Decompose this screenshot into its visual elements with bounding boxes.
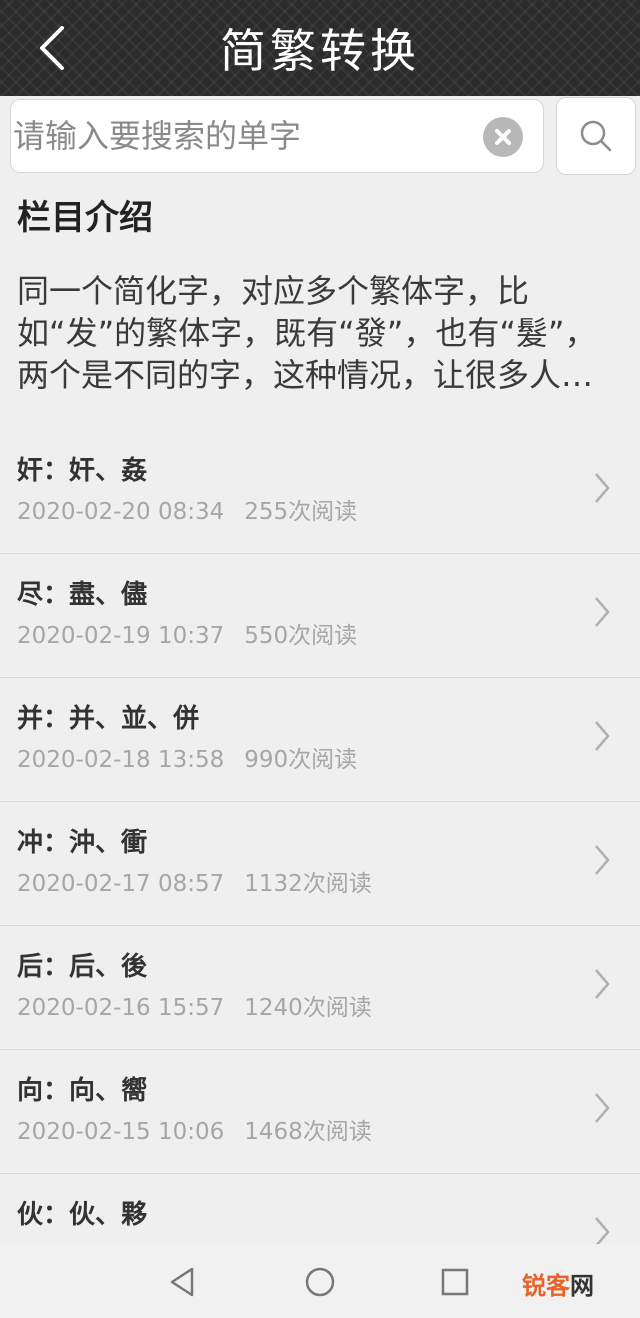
item-reads: 1468次阅读 bbox=[244, 1119, 372, 1145]
item-title: 并：并、並、併 bbox=[17, 704, 200, 734]
page-title: 简繁转换 bbox=[220, 24, 420, 78]
item-meta: 2020-02-17 08:57 1132次阅读 bbox=[17, 864, 372, 898]
item-title: 冲：沖、衝 bbox=[17, 828, 148, 858]
chevron-right-icon bbox=[595, 473, 610, 503]
item-date: 2020-02-16 15:57 bbox=[17, 995, 225, 1021]
item-date: 2020-02-17 08:57 bbox=[17, 871, 225, 897]
chevron-right-icon bbox=[595, 845, 610, 875]
chevron-right-icon bbox=[595, 597, 610, 627]
item-meta: 2020-02-18 13:58 990次阅读 bbox=[17, 740, 357, 774]
item-reads: 1240次阅读 bbox=[244, 995, 372, 1021]
square-recents-icon bbox=[441, 1268, 469, 1296]
item-reads: 550次阅读 bbox=[244, 623, 358, 649]
chevron-right-icon bbox=[595, 969, 610, 999]
clear-icon bbox=[495, 129, 511, 145]
item-reads: 990次阅读 bbox=[244, 747, 358, 773]
item-meta: 2020-02-16 15:57 1240次阅读 bbox=[17, 988, 372, 1022]
search-icon bbox=[580, 120, 612, 152]
nav-home-button[interactable] bbox=[300, 1262, 340, 1302]
watermark-part2: 网 bbox=[570, 1272, 594, 1300]
list-item[interactable]: 并：并、並、併 2020-02-18 13:58 990次阅读 bbox=[0, 678, 640, 802]
item-title: 尽：盡、儘 bbox=[17, 580, 148, 610]
system-nav-bar: 锐客网 bbox=[0, 1244, 640, 1318]
item-meta: 2020-02-15 10:06 1468次阅读 bbox=[17, 1112, 372, 1146]
list-item[interactable]: 奸：奸、姦 2020-02-20 08:34 255次阅读 bbox=[0, 430, 640, 554]
search-input[interactable] bbox=[13, 102, 473, 170]
list-item[interactable]: 向：向、嚮 2020-02-15 10:06 1468次阅读 bbox=[0, 1050, 640, 1174]
triangle-back-icon bbox=[170, 1267, 194, 1297]
nav-back-button[interactable] bbox=[162, 1262, 202, 1302]
list-item[interactable]: 尽：盡、儘 2020-02-19 10:37 550次阅读 bbox=[0, 554, 640, 678]
item-reads: 255次阅读 bbox=[244, 499, 358, 525]
item-date: 2020-02-18 13:58 bbox=[17, 747, 225, 773]
list-item[interactable]: 冲：沖、衝 2020-02-17 08:57 1132次阅读 bbox=[0, 802, 640, 926]
circle-home-icon bbox=[305, 1267, 335, 1297]
item-title: 向：向、嚮 bbox=[17, 1076, 148, 1106]
watermark-logo: 锐客网 bbox=[522, 1266, 594, 1301]
item-date: 2020-02-19 10:37 bbox=[17, 623, 225, 649]
article-list: 奸：奸、姦 2020-02-20 08:34 255次阅读 尽：盡、儘 2020-… bbox=[0, 430, 640, 1298]
watermark-part1: 锐客 bbox=[522, 1272, 570, 1300]
chevron-right-icon bbox=[595, 1093, 610, 1123]
item-meta: 2020-02-19 10:37 550次阅读 bbox=[17, 616, 357, 650]
clear-search-button[interactable] bbox=[483, 117, 523, 157]
item-title: 后：后、後 bbox=[17, 952, 148, 982]
search-box bbox=[10, 99, 544, 173]
item-title: 奸：奸、姦 bbox=[17, 456, 148, 486]
intro-text[interactable]: 同一个简化字，对应多个繁体字，比如“发”的繁体字，既有“發”，也有“髮”，两个是… bbox=[17, 270, 623, 396]
item-reads: 1132次阅读 bbox=[244, 871, 372, 897]
item-date: 2020-02-20 08:34 bbox=[17, 499, 225, 525]
intro-title: 栏目介绍 bbox=[17, 198, 153, 238]
search-button[interactable] bbox=[556, 97, 636, 175]
item-title: 伙：伙、夥 bbox=[17, 1200, 148, 1230]
chevron-right-icon bbox=[595, 721, 610, 751]
list-item[interactable]: 后：后、後 2020-02-16 15:57 1240次阅读 bbox=[0, 926, 640, 1050]
item-meta: 2020-02-20 08:34 255次阅读 bbox=[17, 492, 357, 526]
item-date: 2020-02-15 10:06 bbox=[17, 1119, 225, 1145]
nav-recents-button[interactable] bbox=[435, 1262, 475, 1302]
header-bar: 简繁转换 bbox=[0, 0, 640, 96]
